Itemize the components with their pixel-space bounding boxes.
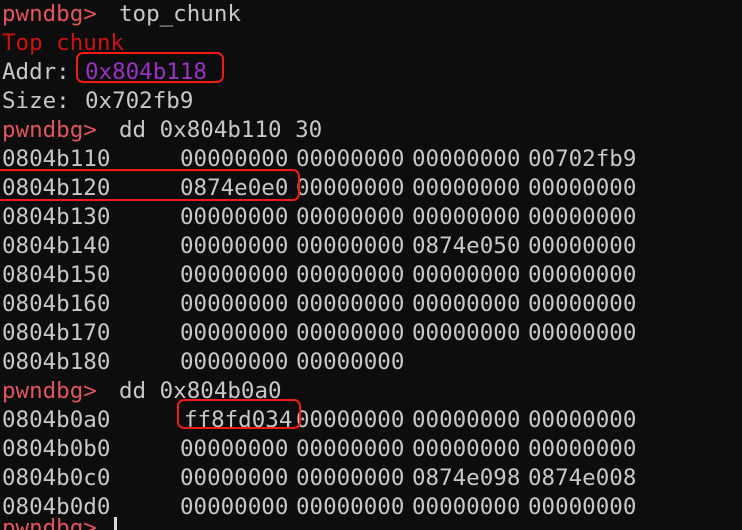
- dump-value: 00000000: [412, 407, 521, 433]
- dump-value: 00000000: [412, 291, 521, 317]
- dump-value: 00000000: [528, 320, 637, 346]
- addr-value: 0x804b118: [85, 59, 207, 85]
- dump-address: 0804b110: [2, 146, 111, 172]
- dump-address: 0804b130: [2, 204, 111, 230]
- command-line-dd-2: pwndbg> dd 0x804b0a0: [0, 377, 742, 406]
- table-row: 0804b180 00000000 00000000: [0, 348, 742, 377]
- dump-value: 00000000: [296, 291, 405, 317]
- dump-value: 00000000: [296, 262, 405, 288]
- dump-value: 0874e0e0: [180, 175, 289, 201]
- dump-value: 0874e050: [412, 233, 521, 259]
- dump-value: 0874e008: [528, 465, 637, 491]
- dump-address: 0804b140: [2, 233, 111, 259]
- dump-value: 00000000: [412, 175, 521, 201]
- dump-value: 00000000: [296, 436, 405, 462]
- dump-address: 0804b120: [2, 175, 111, 201]
- dump-value: 00000000: [180, 233, 289, 259]
- command-line-dd-1: pwndbg> dd 0x804b110 30: [0, 116, 742, 145]
- table-row: 0804b130 00000000 00000000 00000000 00000000: [0, 203, 742, 232]
- table-row: 0804b150 00000000 00000000 00000000 00000000: [0, 261, 742, 290]
- dump-value: 00000000: [528, 175, 637, 201]
- dump-value: 00702fb9: [528, 146, 637, 172]
- text-cursor: [114, 517, 117, 530]
- dump-value: 00000000: [528, 494, 637, 520]
- size-value: 0x702fb9: [85, 88, 194, 114]
- dump-value: ff8fd034: [184, 407, 293, 433]
- dump-address: 0804b0b0: [2, 436, 111, 462]
- dump-value: 00000000: [180, 262, 289, 288]
- dump-value: 00000000: [296, 349, 405, 375]
- dump-value: 00000000: [180, 349, 289, 375]
- table-row: 0804b0a0 ff8fd034 00000000 00000000 00000000: [0, 406, 742, 435]
- dump-value: 00000000: [528, 407, 637, 433]
- prompt-label: pwndbg>: [2, 515, 97, 530]
- dump-address: 0804b150: [2, 262, 111, 288]
- dump-value: 00000000: [528, 204, 637, 230]
- dump-address: 0804b160: [2, 291, 111, 317]
- dump-value: 00000000: [528, 436, 637, 462]
- dump-value: 00000000: [412, 146, 521, 172]
- dump-value: 00000000: [296, 320, 405, 346]
- terminal-window[interactable]: pwndbg> top_chunk Top chunk Addr: 0x804b11…: [0, 0, 742, 530]
- dump-value: 00000000: [296, 175, 405, 201]
- dump-value: 00000000: [528, 262, 637, 288]
- prompt-label: pwndbg>: [2, 1, 97, 27]
- dump-address: 0804b0a0: [2, 407, 111, 433]
- dump-value: 00000000: [296, 233, 405, 259]
- top-chunk-addr-line: Addr: 0x804b118: [0, 58, 742, 87]
- addr-label: Addr:: [2, 59, 70, 85]
- command-line-top-chunk: pwndbg> top_chunk: [0, 0, 742, 29]
- size-label: Size:: [2, 88, 70, 114]
- prompt-label: pwndbg>: [2, 117, 97, 143]
- dump-value: 00000000: [180, 436, 289, 462]
- dump-value: 0874e098: [412, 465, 521, 491]
- top-chunk-heading: Top chunk: [2, 30, 124, 56]
- table-row: 0804b140 00000000 00000000 0874e050 00000000: [0, 232, 742, 261]
- dump-value: 00000000: [180, 146, 289, 172]
- dump-value: 00000000: [296, 204, 405, 230]
- dump-address: 0804b170: [2, 320, 111, 346]
- top-chunk-heading-line: Top chunk: [0, 29, 742, 58]
- dump-value: 00000000: [296, 465, 405, 491]
- dump-value: 00000000: [412, 494, 521, 520]
- dump-value: 00000000: [528, 233, 637, 259]
- command-text: dd 0x804b110 30: [119, 117, 323, 143]
- dump-value: 00000000: [180, 465, 289, 491]
- table-row: 0804b120 0874e0e0 00000000 00000000 00000000: [0, 174, 742, 203]
- table-row: 0804b110 00000000 00000000 00000000 00702fb9: [0, 145, 742, 174]
- command-text: dd 0x804b0a0: [119, 378, 282, 404]
- dump-value: 00000000: [180, 204, 289, 230]
- dump-value: 00000000: [412, 204, 521, 230]
- dump-value: 00000000: [528, 291, 637, 317]
- table-row: 0804b0c0 00000000 00000000 0874e098 0874e008: [0, 464, 742, 493]
- dump-value: 00000000: [296, 146, 405, 172]
- table-row: 0804b160 00000000 00000000 00000000 00000000: [0, 290, 742, 319]
- table-row: 0804b170 00000000 00000000 00000000 00000000: [0, 319, 742, 348]
- table-row: 0804b0d0 00000000 00000000 00000000 00000000: [0, 493, 742, 522]
- top-chunk-size-line: Size: 0x702fb9: [0, 87, 742, 116]
- dump-value: 00000000: [296, 494, 405, 520]
- dump-value: 00000000: [180, 320, 289, 346]
- prompt-label: pwndbg>: [2, 378, 97, 404]
- dump-value: 00000000: [412, 262, 521, 288]
- dump-address: 0804b180: [2, 349, 111, 375]
- dump-value: 00000000: [412, 320, 521, 346]
- table-row: 0804b0b0 00000000 00000000 00000000 00000000: [0, 435, 742, 464]
- dump-value: 00000000: [180, 291, 289, 317]
- dump-value: 00000000: [296, 407, 405, 433]
- dump-value: 00000000: [412, 436, 521, 462]
- dump-address: 0804b0c0: [2, 465, 111, 491]
- dump-value: 00000000: [180, 494, 289, 520]
- command-text: top_chunk: [119, 1, 241, 27]
